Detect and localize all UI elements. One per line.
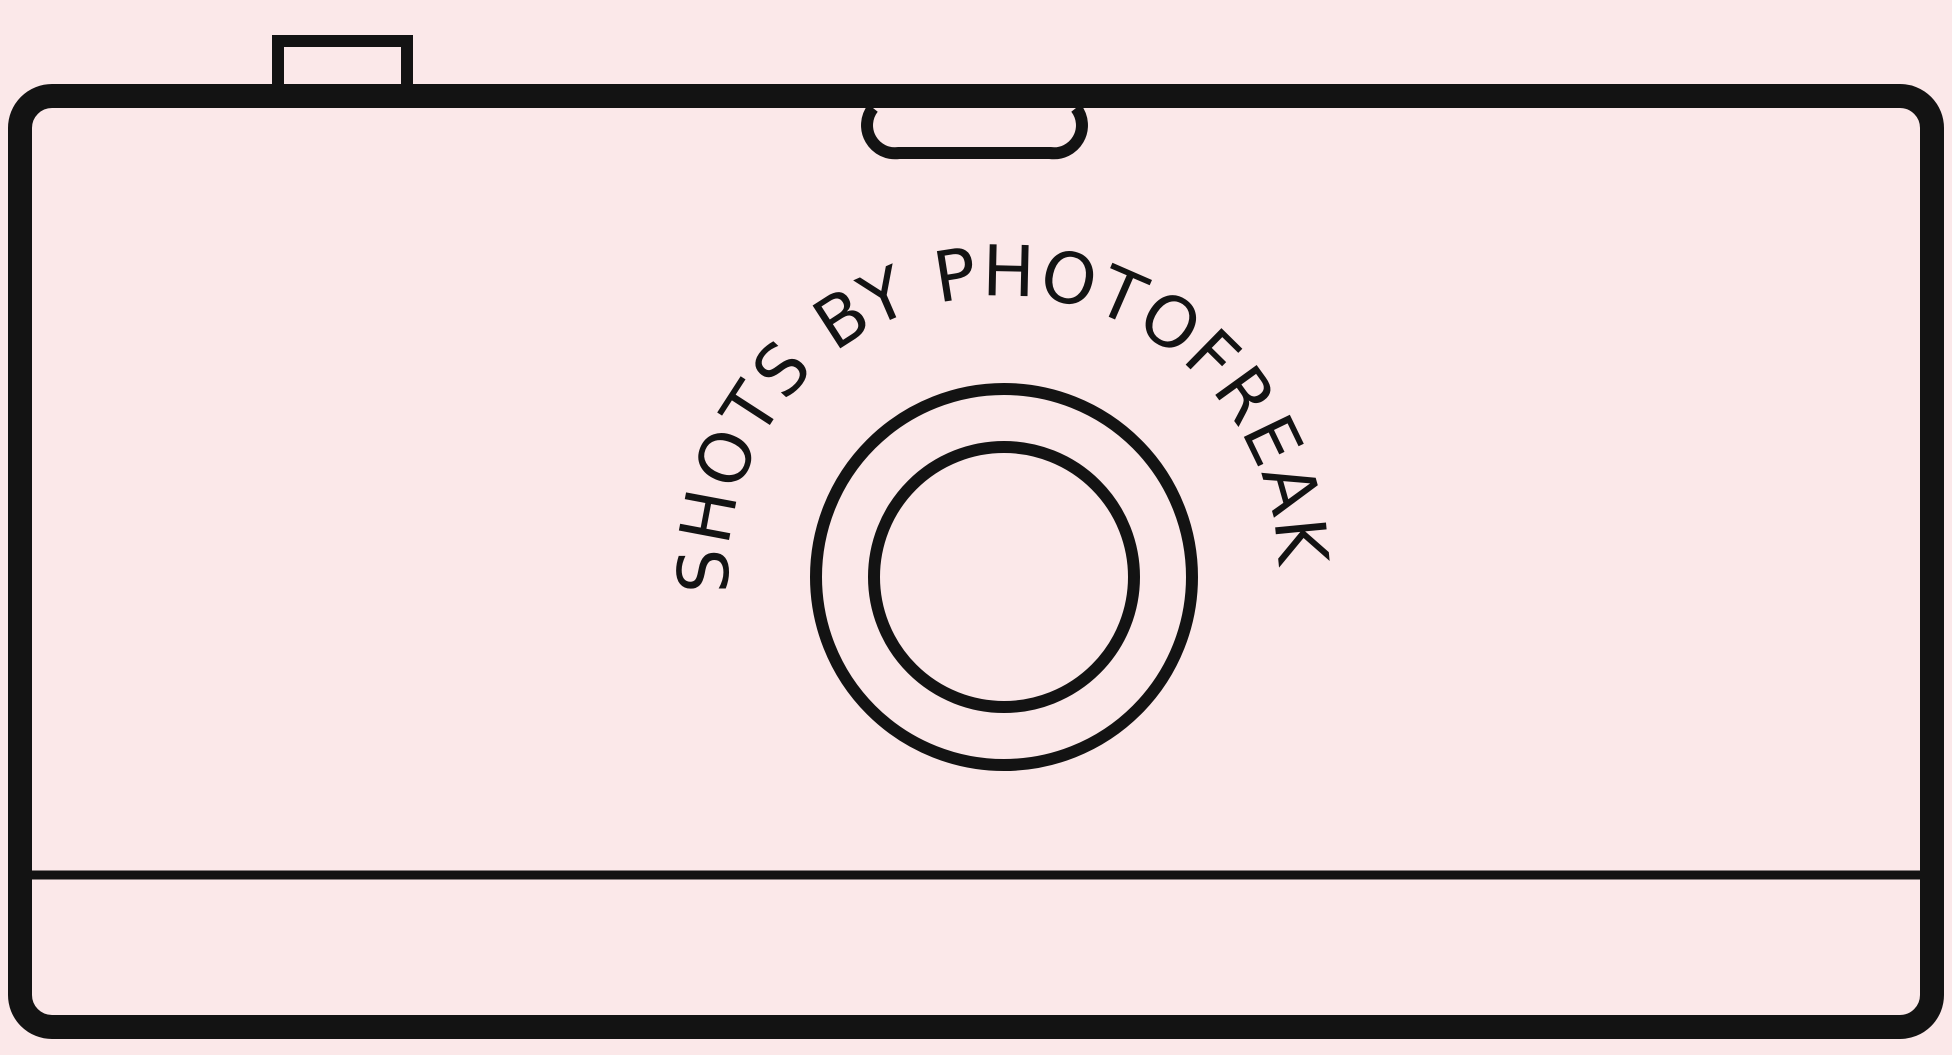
- lens-inner-ring: [868, 441, 1140, 713]
- logo-arc-text: SHOTS BY PHOTOFREAK: [663, 230, 1344, 593]
- camera-body-icon: [8, 84, 1944, 1039]
- viewfinder-icon: [861, 104, 1088, 160]
- logo-arc-text-path: SHOTS BY PHOTOFREAK: [663, 230, 1342, 593]
- lens-icon: [810, 383, 1198, 771]
- logo-canvas: SHOTS BY PHOTOFREAK: [0, 0, 1952, 1055]
- camera-logo: SHOTS BY PHOTOFREAK: [8, 35, 1944, 1039]
